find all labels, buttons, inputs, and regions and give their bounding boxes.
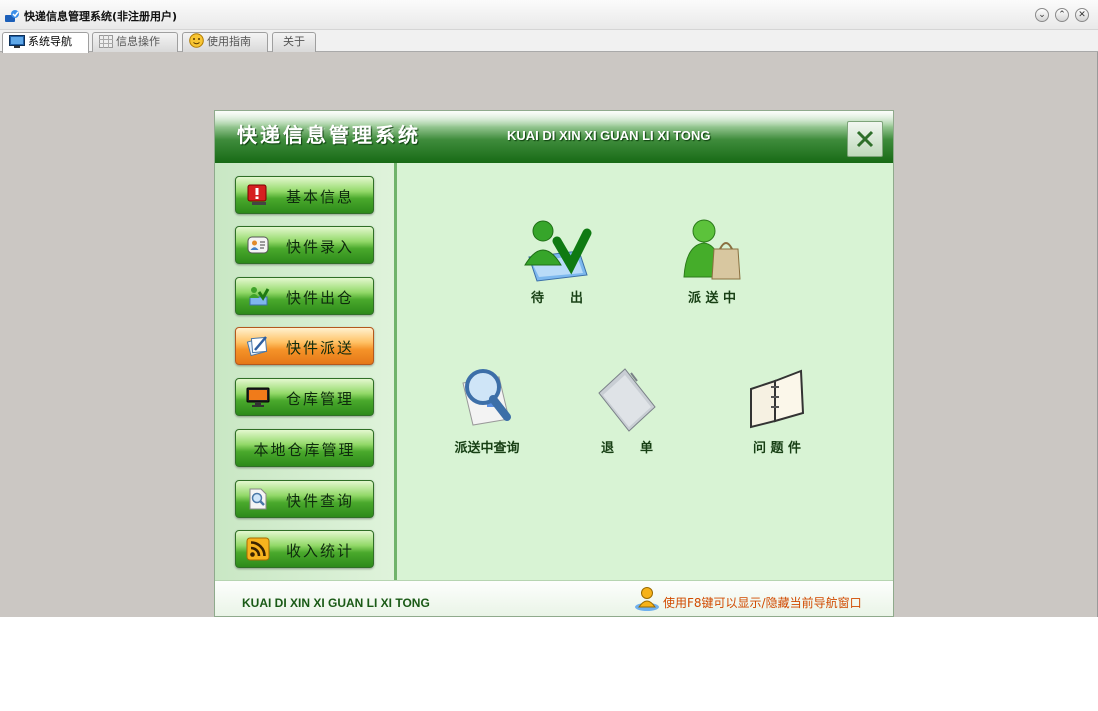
feature-label: 退 单 [600, 441, 653, 456]
close-icon [856, 130, 874, 148]
feature-dispatching[interactable]: 派 送 中 [662, 215, 762, 306]
sidebar-nav: 基本信息 快件录入 快件出仓 快件派送 仓库管理 本地仓库管理 快件查询 收入统… [215, 163, 397, 580]
minimize-button[interactable]: ⌄ [1035, 8, 1049, 22]
tab-info-ops[interactable]: 信息操作 [92, 32, 178, 52]
grid-icon [99, 35, 113, 48]
sidebar-item-label: 快件查询 [286, 492, 355, 510]
feature-problem-item[interactable]: 问 题 件 [727, 363, 827, 456]
title-bar: 快递信息管理系统(非注册用户) ⌄ ⌃ ✕ [0, 0, 1098, 30]
user-info-icon [635, 587, 659, 611]
feature-dispatch-query[interactable]: 派送中查询 [437, 363, 537, 456]
navigation-panel: 快递信息管理系统 快递信息管理系统 KUAI DI XIN XI GUAN LI… [214, 110, 894, 617]
edit-document-icon [246, 336, 268, 357]
panel-header: 快递信息管理系统 快递信息管理系统 KUAI DI XIN XI GUAN LI… [215, 111, 893, 163]
alert-monitor-icon [247, 184, 267, 205]
sidebar-item-parcel-dispatch[interactable]: 快件派送 [235, 327, 374, 365]
search-document-icon [462, 369, 511, 426]
window-title: 快递信息管理系统(非注册用户) [24, 10, 178, 23]
sidebar-item-parcel-entry[interactable]: 快件录入 [235, 226, 374, 264]
sidebar-item-basic-info[interactable]: 基本信息 [235, 176, 374, 214]
feature-label: 派送中查询 [454, 441, 520, 456]
monitor-icon [246, 387, 270, 407]
tab-label: 关于 [283, 35, 305, 48]
feature-return-order[interactable]: 退 单 [577, 363, 677, 456]
feature-pending-out[interactable]: 待 出 [507, 215, 607, 306]
feature-label: 派 送 中 [687, 291, 737, 306]
sidebar-item-warehouse-mgmt[interactable]: 仓库管理 [235, 378, 374, 416]
tab-label: 使用指南 [207, 35, 251, 48]
sidebar-item-label: 快件派送 [286, 339, 355, 357]
tab-label: 信息操作 [116, 35, 160, 48]
chevron-down-icon: ⌄ [1038, 10, 1046, 20]
panel-title-reflection: 快递信息管理系统 [237, 125, 421, 139]
feature-label: 问 题 件 [752, 441, 802, 456]
contact-card-icon [247, 236, 269, 254]
document-icon [598, 368, 656, 432]
sidebar-item-parcel-out[interactable]: 快件出仓 [235, 277, 374, 315]
sidebar-item-label: 快件出仓 [286, 289, 355, 307]
sidebar-item-label: 快件录入 [286, 238, 355, 256]
sidebar-item-local-warehouse[interactable]: 本地仓库管理 [235, 429, 374, 467]
search-document-icon [249, 488, 267, 510]
sidebar-item-label: 收入统计 [286, 542, 355, 560]
tab-user-guide[interactable]: 使用指南 [182, 32, 268, 52]
app-window: 快递信息管理系统(非注册用户) ⌄ ⌃ ✕ 系统导航 信息操作 使用指南 关于 … [0, 0, 1098, 617]
sidebar-item-label: 本地仓库管理 [253, 441, 356, 459]
sidebar-item-label: 基本信息 [286, 188, 355, 206]
monitor-icon [9, 35, 25, 48]
sidebar-item-parcel-query[interactable]: 快件查询 [235, 480, 374, 518]
tab-about[interactable]: 关于 [272, 32, 316, 52]
user-download-icon [249, 287, 270, 306]
tab-label: 系统导航 [28, 35, 72, 48]
tab-system-nav[interactable]: 系统导航 [2, 32, 89, 53]
maximize-button[interactable]: ⌃ [1055, 8, 1069, 22]
chevron-up-icon: ⌃ [1058, 10, 1066, 20]
rss-icon [246, 537, 270, 561]
panel-footer: KUAI DI XIN XI GUAN LI XI TONG 使用F8键可以显示… [215, 580, 893, 616]
hint-text: 使用F8键可以显示/隐藏当前导航窗口 [663, 596, 862, 610]
close-window-button[interactable]: ✕ [1075, 8, 1089, 22]
close-icon: ✕ [1078, 10, 1086, 20]
sidebar-item-income-stats[interactable]: 收入统计 [235, 530, 374, 568]
panel-close-button[interactable] [847, 121, 883, 157]
user-download-icon [524, 220, 592, 282]
feature-area: 待 出 派 送 中 派送中查询 退 单 问 题 件 [397, 163, 893, 580]
binder-icon [750, 369, 805, 429]
feature-label: 待 出 [530, 291, 583, 306]
tab-bar: 系统导航 信息操作 使用指南 关于 [0, 30, 1098, 53]
shopping-user-icon [683, 219, 741, 280]
footer-title-en: KUAI DI XIN XI GUAN LI XI TONG [242, 596, 430, 610]
panel-title-en: KUAI DI XIN XI GUAN LI XI TONG [507, 128, 711, 143]
smiley-icon [189, 33, 204, 48]
app-logo-icon [5, 10, 19, 22]
sidebar-item-label: 仓库管理 [286, 390, 355, 408]
